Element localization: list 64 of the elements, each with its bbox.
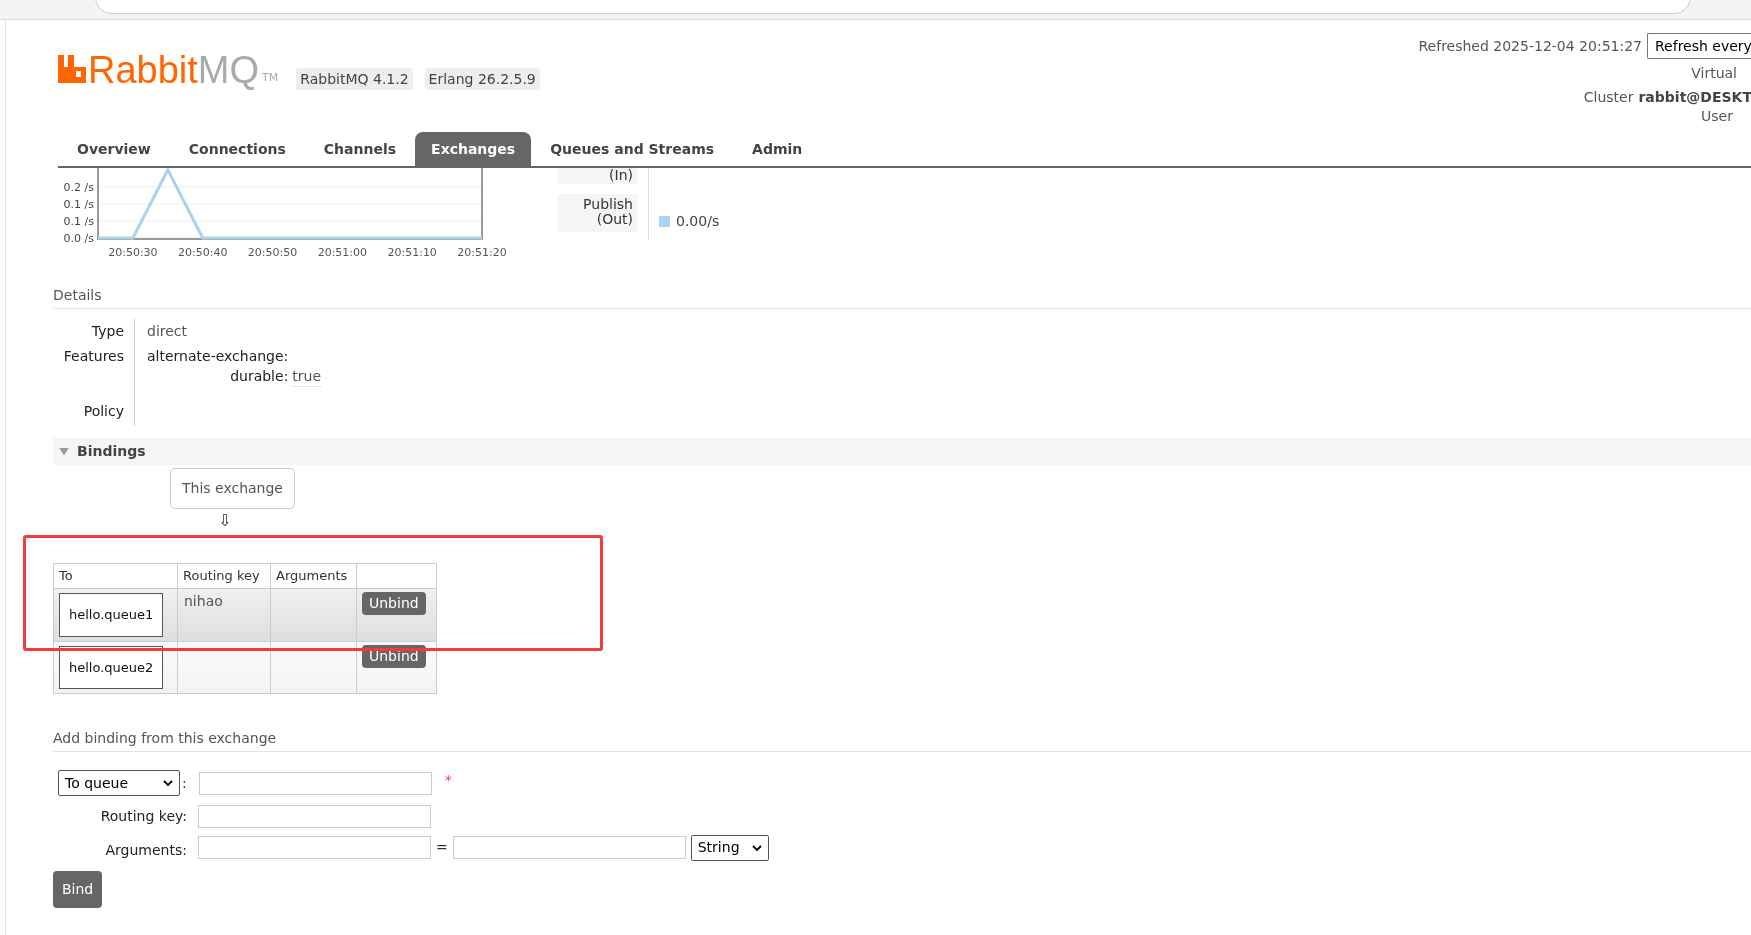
bind-button[interactable]: Bind	[53, 871, 103, 908]
queue-link[interactable]: hello.queue1	[59, 593, 164, 637]
colon-label: :	[182, 773, 187, 793]
axis-tick-label: 0.2 /s	[63, 180, 94, 194]
virtual-host-label: Virtual	[1691, 64, 1738, 83]
logo-text: MQ	[197, 48, 260, 92]
cluster-name: rabbit@DESKT	[1638, 88, 1751, 107]
axis-tick-label: 20:51:10	[387, 246, 437, 259]
detail-label: Policy	[83, 403, 124, 419]
dropdown-select[interactable]: String	[690, 834, 769, 861]
axis-tick-label: 20:51:00	[317, 246, 368, 259]
axis-tick-label: 20:50:40	[178, 246, 228, 259]
axis-tick-label: 20:50:30	[108, 246, 158, 259]
table-cell: nihao	[184, 593, 223, 609]
field-label: Routing key:	[99, 807, 188, 826]
version-badge: Erlang 26.2.5.9	[424, 68, 540, 90]
section-title: Add binding from this exchange	[53, 728, 1751, 752]
detail-label: Type	[91, 323, 124, 339]
axis-tick-label: 0.0 /s	[63, 232, 94, 245]
detail-value: direct	[147, 323, 188, 339]
text-input[interactable]	[198, 836, 431, 859]
field-label: Arguments:	[104, 841, 188, 860]
text-input[interactable]	[198, 805, 431, 828]
unbind-button[interactable]: Unbind	[362, 592, 426, 615]
text-input[interactable]	[452, 836, 686, 859]
refresh-select[interactable]: Refresh every	[1647, 33, 1751, 59]
column-header: Arguments	[270, 563, 357, 589]
section-title: Details	[53, 285, 1751, 309]
axis-tick-label: 0.1 /s	[63, 214, 94, 228]
legend-value: 0.00/s	[676, 211, 720, 231]
down-arrow-icon: ⇩	[218, 511, 232, 530]
nav-tab[interactable]: Exchanges	[415, 132, 532, 166]
nav-tab[interactable]: Queues and Streams	[531, 132, 734, 166]
legend-label: (In)	[558, 168, 638, 184]
legend-label: Publish (Out)	[558, 194, 638, 232]
axis-tick-label: 0.1 /s	[63, 197, 94, 211]
column-header: To	[53, 563, 178, 589]
nav-tab[interactable]: Connections	[169, 132, 305, 166]
cluster-label: Cluster	[1583, 88, 1634, 107]
logo-text: Rabbit	[88, 48, 198, 92]
detail-label: Features	[63, 348, 124, 364]
refreshed-time: Refreshed 2025-12-04 20:51:27	[1418, 37, 1642, 56]
section-heading[interactable]: Bindings	[77, 441, 146, 462]
feature-value: true	[292, 366, 322, 387]
axis-tick-label: 20:50:50	[247, 246, 298, 259]
logo-icon	[58, 55, 86, 83]
equals-sign: =	[436, 838, 448, 857]
required-mark: *	[444, 771, 452, 790]
nav-tab[interactable]: Admin	[733, 132, 822, 166]
queue-link[interactable]: hello.queue2	[59, 645, 164, 689]
feature-key: durable:	[147, 366, 289, 387]
exchange-node: This exchange	[170, 468, 295, 509]
nav-tab[interactable]: Overview	[58, 132, 170, 166]
column-header: Routing key	[177, 563, 271, 589]
axis-tick-label: 20:51:20	[457, 246, 507, 259]
feature-key: alternate-exchange:	[147, 346, 289, 366]
trademark-mark: TM	[262, 69, 279, 86]
chevron-down-icon	[163, 780, 173, 786]
text-input[interactable]	[198, 771, 432, 795]
user-label: User	[1701, 107, 1734, 126]
version-badge: RabbitMQ 4.1.2	[296, 68, 413, 90]
chevron-down-icon	[751, 844, 762, 851]
dropdown-select[interactable]: To queue	[58, 770, 180, 796]
nav-tab[interactable]: Channels	[304, 132, 416, 166]
